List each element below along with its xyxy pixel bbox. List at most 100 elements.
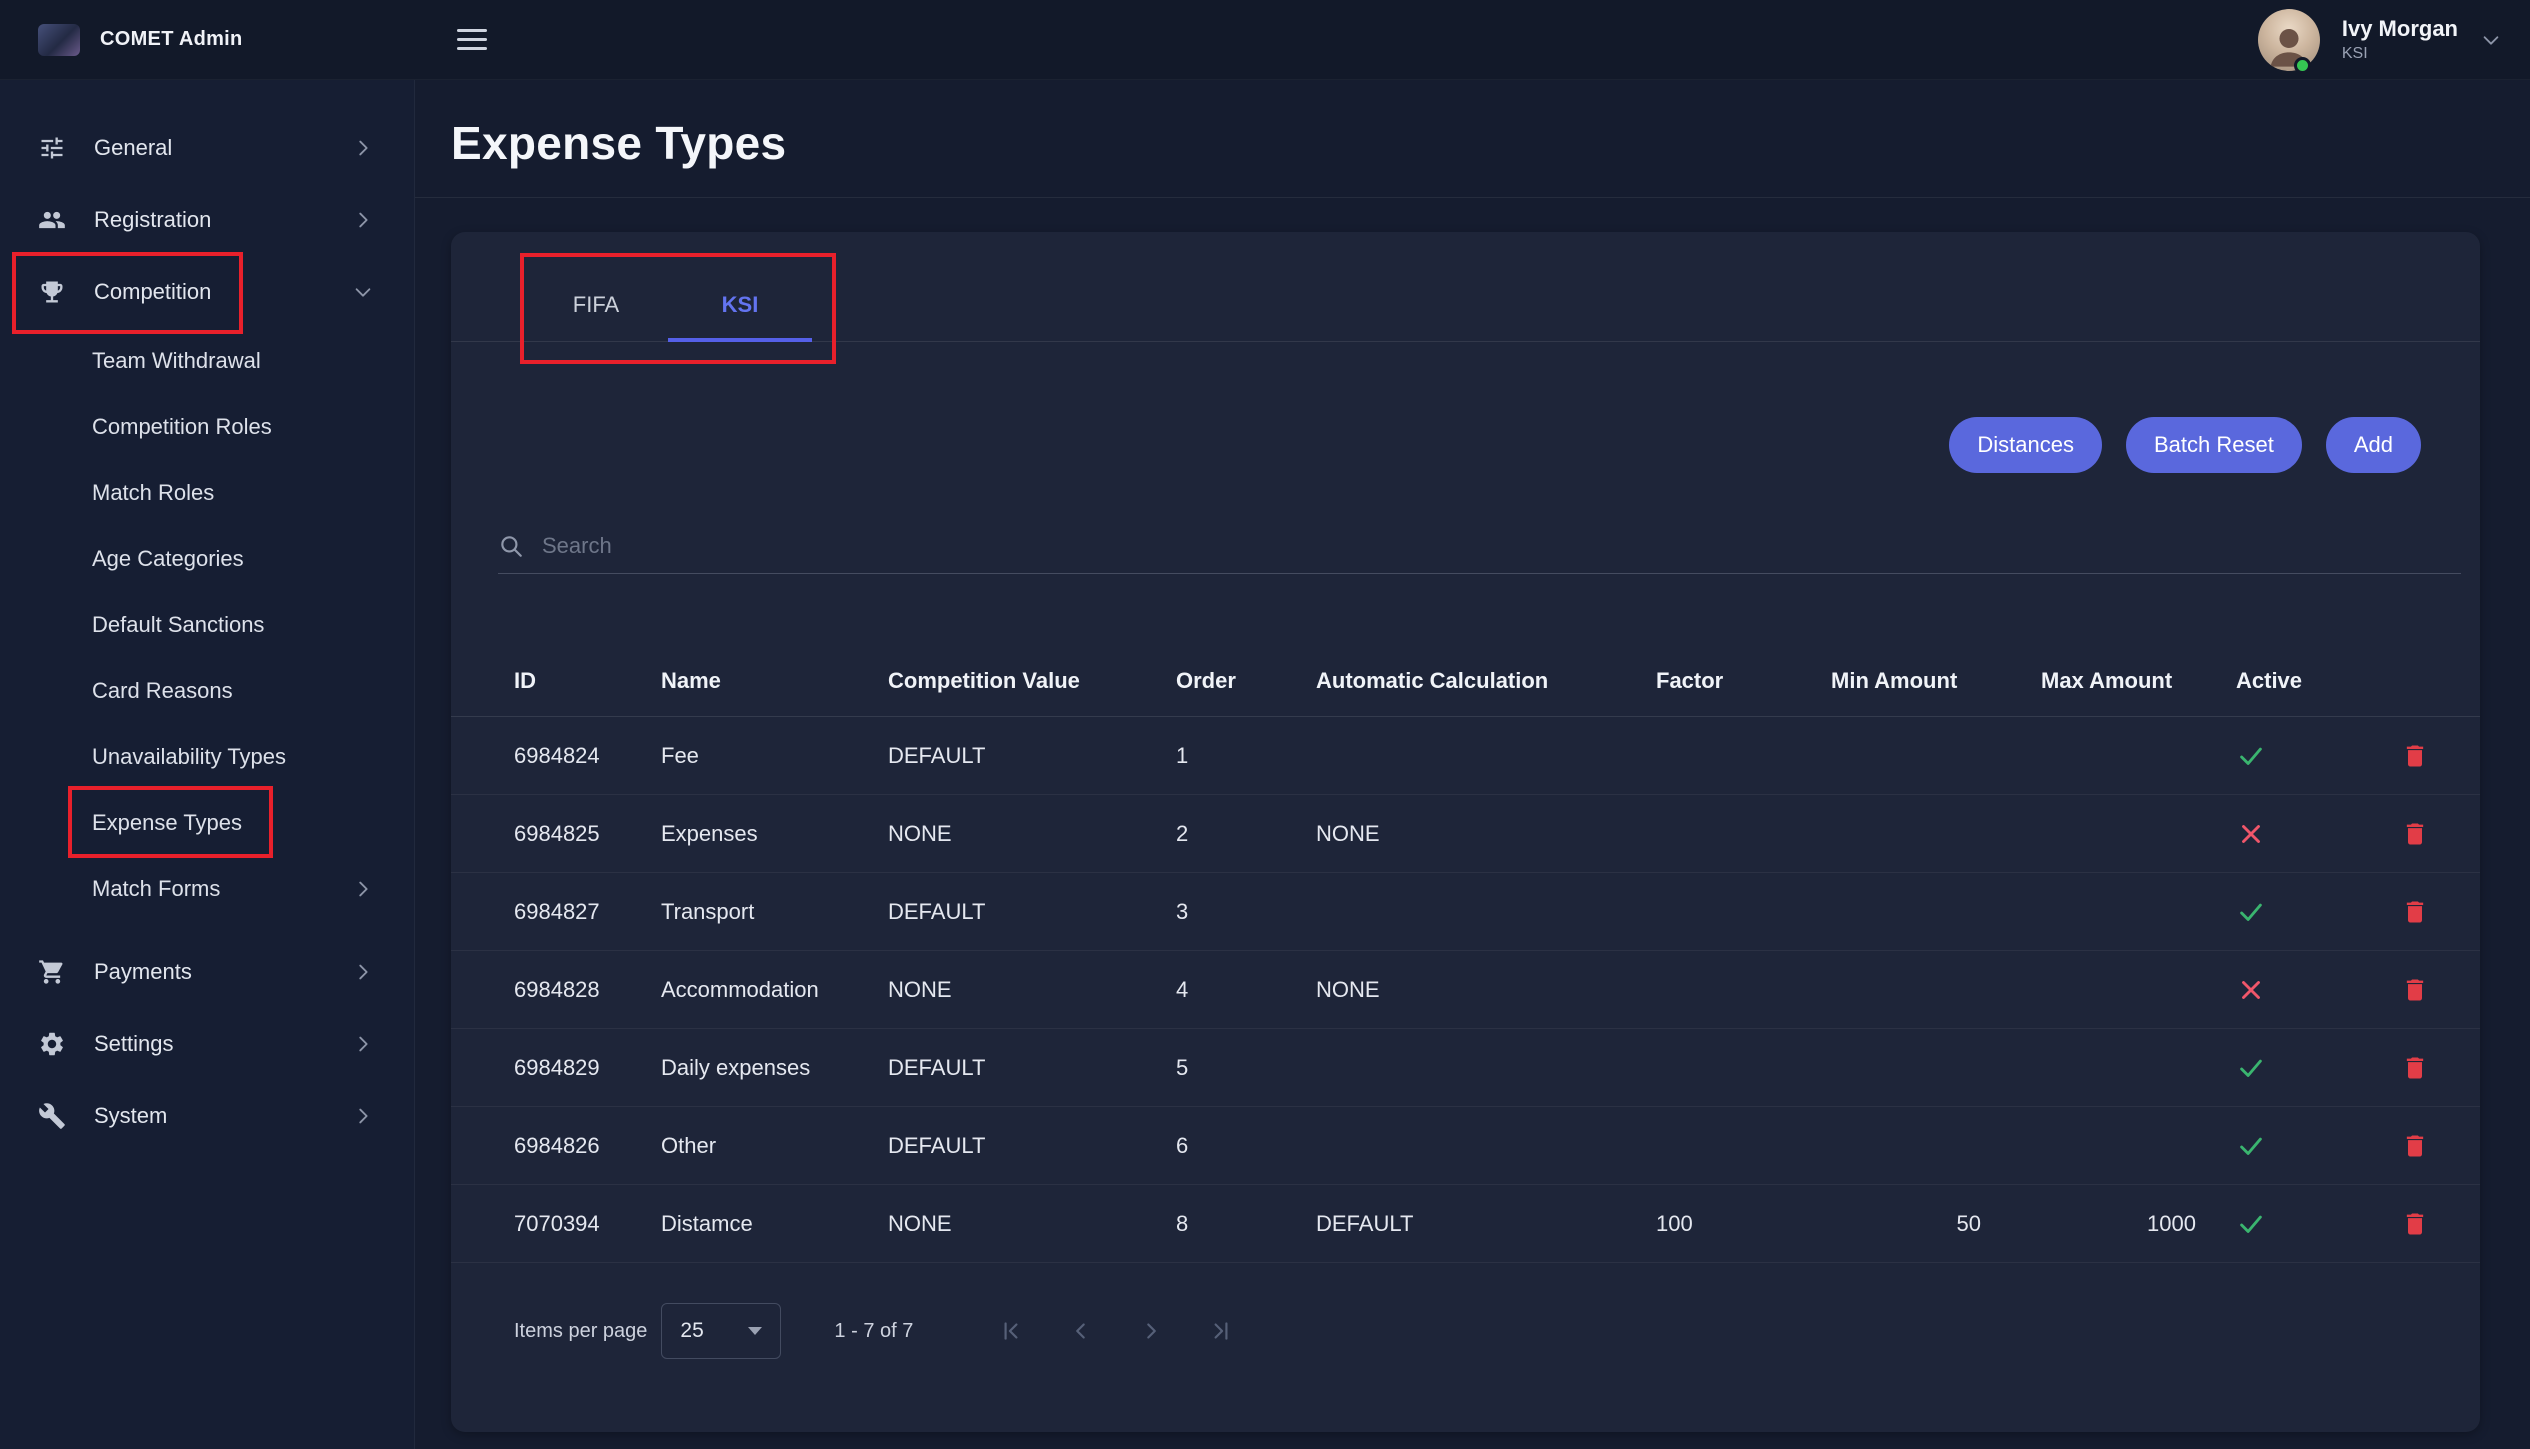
page-size-select[interactable]: 25 (661, 1303, 781, 1359)
cell-order: 4 (1176, 977, 1316, 1003)
cell-active (2236, 819, 2401, 849)
table-body: 6984824 Fee DEFAULT 1 6984825 Expenses N… (451, 717, 2480, 1263)
sidebar-item-match-roles[interactable]: Match Roles (0, 460, 414, 526)
sidebar-item-label: System (94, 1103, 167, 1129)
cell-order: 6 (1176, 1133, 1316, 1159)
cell-id: 7070394 (514, 1211, 661, 1237)
delete-button[interactable] (2401, 740, 2431, 772)
paginator-nav (998, 1318, 1234, 1344)
hamburger-menu-icon[interactable] (457, 23, 487, 56)
delete-button[interactable] (2401, 1052, 2431, 1084)
sidebar-item-competition-roles[interactable]: Competition Roles (0, 394, 414, 460)
next-page-button[interactable] (1138, 1318, 1164, 1344)
paginator: Items per page 25 1 - 7 of 7 (451, 1283, 2480, 1379)
tab-fifa[interactable]: FIFA (524, 269, 668, 341)
active-cross-icon (2236, 975, 2266, 1005)
user-org: KSI (2342, 45, 2458, 63)
previous-page-button[interactable] (1068, 1318, 1094, 1344)
sidebar-item-settings[interactable]: Settings (0, 1008, 414, 1080)
tab-ksi[interactable]: KSI (668, 269, 812, 341)
delete-button[interactable] (2401, 818, 2431, 850)
cell-actions (2401, 896, 2480, 928)
expense-types-table: ID Name Competition Value Order Automati… (451, 646, 2480, 1263)
chevron-down-icon (352, 281, 374, 303)
sidebar-item-age-categories[interactable]: Age Categories (0, 526, 414, 592)
app-title: COMET Admin (100, 28, 243, 51)
batch-reset-button[interactable]: Batch Reset (2126, 417, 2302, 473)
cell-competition-value: DEFAULT (888, 899, 1176, 925)
table-row: 6984827 Transport DEFAULT 3 (451, 873, 2480, 951)
tab-bar: FIFA KSI (451, 232, 2480, 342)
column-header-name: Name (661, 668, 888, 694)
table-header-row: ID Name Competition Value Order Automati… (451, 646, 2480, 717)
people-icon (38, 206, 66, 234)
cell-actions (2401, 1130, 2480, 1162)
table-row: 6984824 Fee DEFAULT 1 (451, 717, 2480, 795)
delete-button[interactable] (2401, 1130, 2431, 1162)
distances-button[interactable]: Distances (1949, 417, 2102, 473)
trophy-icon (38, 278, 66, 306)
search-input[interactable] (542, 533, 2461, 559)
sidebar-item-unavailability-types[interactable]: Unavailability Types (0, 724, 414, 790)
page-size-value: 25 (680, 1319, 703, 1343)
wrench-icon (38, 1102, 66, 1130)
trash-icon (2401, 1209, 2429, 1239)
cell-order: 8 (1176, 1211, 1316, 1237)
sidebar-item-card-reasons[interactable]: Card Reasons (0, 658, 414, 724)
column-header-active: Active (2236, 668, 2401, 694)
sidebar-item-payments[interactable]: Payments (0, 936, 414, 1008)
competition-submenu: Team Withdrawal Competition Roles Match … (0, 328, 414, 922)
cell-min-amount: 50 (1831, 1211, 2041, 1237)
cell-name: Expenses (661, 821, 888, 847)
cell-active (2236, 1131, 2401, 1161)
cell-name: Other (661, 1133, 888, 1159)
range-label: 1 - 7 of 7 (834, 1320, 913, 1343)
trash-icon (2401, 741, 2429, 771)
sidebar-item-team-withdrawal[interactable]: Team Withdrawal (0, 328, 414, 394)
chevron-right-icon (352, 1105, 374, 1127)
sidebar-item-system[interactable]: System (0, 1080, 414, 1152)
sidebar-item-default-sanctions[interactable]: Default Sanctions (0, 592, 414, 658)
sidebar-item-label: Age Categories (92, 546, 244, 572)
column-header-max-amount: Max Amount (2041, 668, 2236, 694)
cell-competition-value: NONE (888, 977, 1176, 1003)
expense-types-card: FIFA KSI Distances Batch Reset Add ID Na… (451, 232, 2480, 1432)
cell-actions (2401, 1052, 2480, 1084)
gear-icon (38, 1030, 66, 1058)
add-button[interactable]: Add (2326, 417, 2421, 473)
user-menu[interactable]: Ivy Morgan KSI (2258, 9, 2530, 71)
cell-name: Distamce (661, 1211, 888, 1237)
sidebar-item-competition[interactable]: Competition (0, 256, 414, 328)
delete-button[interactable] (2401, 896, 2431, 928)
chevron-right-icon (352, 209, 374, 231)
cell-actions (2401, 818, 2480, 850)
first-page-button[interactable] (998, 1318, 1024, 1344)
last-page-button[interactable] (1208, 1318, 1234, 1344)
cell-order: 5 (1176, 1055, 1316, 1081)
cell-name: Fee (661, 743, 888, 769)
cell-name: Transport (661, 899, 888, 925)
sidebar-item-match-forms[interactable]: Match Forms (0, 856, 414, 922)
cell-automatic-calculation: NONE (1316, 977, 1656, 1003)
cell-actions (2401, 974, 2480, 1006)
delete-button[interactable] (2401, 974, 2431, 1006)
cell-name: Daily expenses (661, 1055, 888, 1081)
cell-active (2236, 975, 2401, 1005)
sidebar-item-label: Registration (94, 207, 211, 233)
sidebar-item-registration[interactable]: Registration (0, 184, 414, 256)
trash-icon (2401, 975, 2429, 1005)
cell-active (2236, 1209, 2401, 1239)
sidebar-item-expense-types[interactable]: Expense Types (0, 790, 414, 856)
sidebar-item-label: Card Reasons (92, 678, 233, 704)
sidebar-item-general[interactable]: General (0, 112, 414, 184)
table-row: 6984825 Expenses NONE 2 NONE (451, 795, 2480, 873)
cell-order: 3 (1176, 899, 1316, 925)
active-check-icon (2236, 741, 2266, 771)
chevron-down-icon[interactable] (2480, 29, 2502, 51)
delete-button[interactable] (2401, 1208, 2431, 1240)
user-text: Ivy Morgan KSI (2342, 16, 2458, 63)
user-name: Ivy Morgan (2342, 16, 2458, 42)
sidebar-item-label: General (94, 135, 172, 161)
chevron-right-icon (352, 878, 374, 900)
cell-competition-value: NONE (888, 821, 1176, 847)
